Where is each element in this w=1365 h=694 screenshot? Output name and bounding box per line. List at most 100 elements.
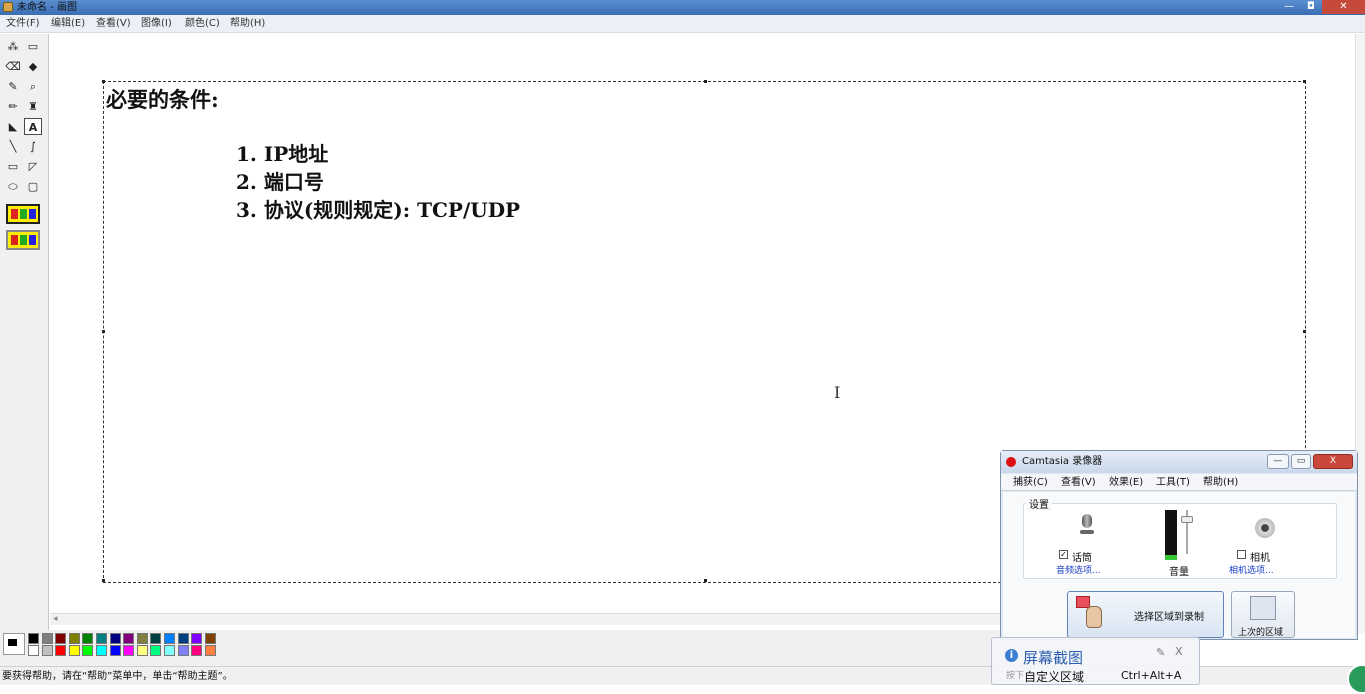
curve-icon[interactable]: ∫ [24, 138, 42, 155]
menu-view[interactable]: 查看(V) [96, 15, 131, 33]
menu-colors[interactable]: 颜色(C) [185, 15, 220, 33]
rounded-rect-icon[interactable]: ▢ [24, 178, 42, 195]
color-swatch[interactable] [68, 645, 80, 656]
status-text: 要获得帮助，请在“帮助”菜单中，单击“帮助主题”。 [2, 671, 233, 682]
resize-handle[interactable] [1303, 330, 1306, 333]
custom-area-label[interactable]: 自定义区域 [1024, 668, 1084, 685]
color-swatch[interactable] [82, 645, 94, 656]
color-swatch[interactable] [55, 645, 67, 656]
select-area-record-button[interactable]: 选择区域到录制 [1067, 591, 1224, 638]
color-swatch[interactable] [150, 645, 162, 656]
color-swatch[interactable] [55, 633, 67, 644]
record-icon [1006, 457, 1016, 467]
menu-edit[interactable]: 编辑(E) [51, 15, 85, 33]
color-swatch[interactable] [28, 633, 39, 644]
eraser-icon[interactable]: ⌫ [4, 58, 22, 75]
color-swatch[interactable] [136, 645, 148, 656]
canvas-heading: 必要的条件: [106, 87, 219, 112]
resize-handle[interactable] [704, 80, 707, 83]
color-swatch[interactable] [68, 633, 80, 644]
line-icon[interactable]: ╲ [4, 138, 22, 155]
airbrush-icon[interactable]: ◣ [4, 118, 22, 135]
color-swatch[interactable] [123, 645, 135, 656]
menu-file[interactable]: 文件(F) [6, 15, 40, 33]
tooltip-close-icon[interactable]: X [1175, 645, 1183, 658]
camtasia-close-button[interactable]: X [1313, 454, 1353, 469]
rect-select-icon[interactable]: ▭ [24, 38, 42, 55]
settings-label: 设置 [1026, 496, 1052, 511]
corner-badge-icon[interactable] [1347, 664, 1365, 694]
camtasia-recorder-window: Camtasia 录像器 — ▭ X 捕获(C) 查看(V) 效果(E) 工具(… [1000, 450, 1358, 640]
resize-handle[interactable] [102, 330, 105, 333]
color-swatch[interactable] [164, 645, 175, 656]
camera-options-link[interactable]: 相机选项... [1229, 563, 1274, 576]
resize-handle[interactable] [704, 579, 707, 582]
scroll-left-arrow-icon[interactable]: ◂ [53, 614, 58, 624]
resize-handle[interactable] [1303, 80, 1306, 83]
color-swatch[interactable] [164, 633, 175, 644]
close-button[interactable]: ✕ [1322, 0, 1365, 14]
menu-view[interactable]: 查看(V) [1061, 474, 1096, 491]
maximize-button[interactable]: ◘ [1301, 0, 1321, 14]
foreground-color [7, 638, 18, 647]
magnifier-icon[interactable]: ⌕ [24, 78, 42, 95]
color-swatch[interactable] [177, 633, 189, 644]
microphone-checkbox[interactable]: ✓ [1059, 550, 1068, 559]
pin-icon[interactable]: ✎ [1156, 646, 1165, 659]
camtasia-title: Camtasia 录像器 [1022, 456, 1103, 467]
polygon-icon[interactable]: ◸ [24, 158, 42, 175]
color-swatch[interactable] [96, 633, 107, 644]
text-cursor-icon: I [834, 383, 841, 402]
color-picker-icon[interactable]: ✎ [4, 78, 22, 95]
camtasia-minimize-button[interactable]: — [1267, 454, 1289, 469]
camtasia-title-bar: Camtasia 录像器 — ▭ X [1001, 451, 1357, 473]
color-swatch[interactable] [150, 633, 162, 644]
text-icon[interactable]: A [24, 118, 42, 135]
fill-icon[interactable]: ◆ [24, 58, 42, 75]
color-swatch[interactable] [123, 633, 135, 644]
last-area-icon [1250, 596, 1276, 620]
camtasia-maximize-button[interactable]: ▭ [1291, 454, 1311, 469]
color-swatch[interactable] [204, 645, 216, 656]
color-swatch[interactable] [28, 645, 39, 656]
transparent-background-option[interactable] [6, 230, 40, 250]
color-swatch[interactable] [82, 633, 94, 644]
menu-image[interactable]: 图像(I) [141, 15, 172, 33]
brush-icon[interactable]: ♜ [24, 98, 42, 115]
color-swatch[interactable] [191, 645, 203, 656]
screenshot-tooltip[interactable]: i 屏幕截图 ✎ X 按下 自定义区域 Ctrl+Alt+A [991, 637, 1200, 685]
color-swatch[interactable] [204, 633, 216, 644]
camera-checkbox[interactable] [1237, 550, 1246, 559]
menu-capture[interactable]: 捕获(C) [1013, 474, 1048, 491]
color-swatch[interactable] [136, 633, 148, 644]
rectangle-icon[interactable]: ▭ [4, 158, 22, 175]
audio-options-link[interactable]: 音频选项... [1056, 563, 1101, 576]
color-swatch[interactable] [109, 645, 121, 656]
microphone-label: 话筒 [1072, 553, 1092, 564]
minimize-button[interactable]: — [1278, 0, 1300, 14]
camtasia-menu-bar: 捕获(C) 查看(V) 效果(E) 工具(T) 帮助(H) [1001, 474, 1357, 491]
resize-handle[interactable] [102, 80, 105, 83]
free-select-icon[interactable]: ⁂ [4, 38, 22, 55]
color-swatch[interactable] [191, 633, 203, 644]
color-swatch[interactable] [41, 633, 53, 644]
menu-help[interactable]: 帮助(H) [1203, 474, 1238, 491]
menu-help[interactable]: 帮助(H) [230, 15, 265, 33]
volume-meter [1165, 510, 1177, 560]
title-bar: 未命名 - 画图 — ◘ ✕ [0, 0, 1365, 15]
menu-tools[interactable]: 工具(T) [1156, 474, 1190, 491]
ellipse-icon[interactable]: ⬭ [4, 178, 22, 195]
horizontal-scrollbar[interactable]: ◂ [50, 613, 1000, 625]
current-colors[interactable] [3, 633, 25, 655]
color-swatch[interactable] [177, 645, 189, 656]
resize-handle[interactable] [102, 579, 105, 582]
last-area-button[interactable]: 上次的区域 [1231, 591, 1295, 638]
volume-slider-thumb[interactable] [1181, 516, 1193, 523]
color-swatch[interactable] [96, 645, 107, 656]
pencil-icon[interactable]: ✏ [4, 98, 22, 115]
volume-level-fill [1165, 555, 1177, 560]
opaque-background-option[interactable] [6, 204, 40, 224]
color-swatch[interactable] [109, 633, 121, 644]
menu-effects[interactable]: 效果(E) [1109, 474, 1143, 491]
color-swatch[interactable] [41, 645, 53, 656]
